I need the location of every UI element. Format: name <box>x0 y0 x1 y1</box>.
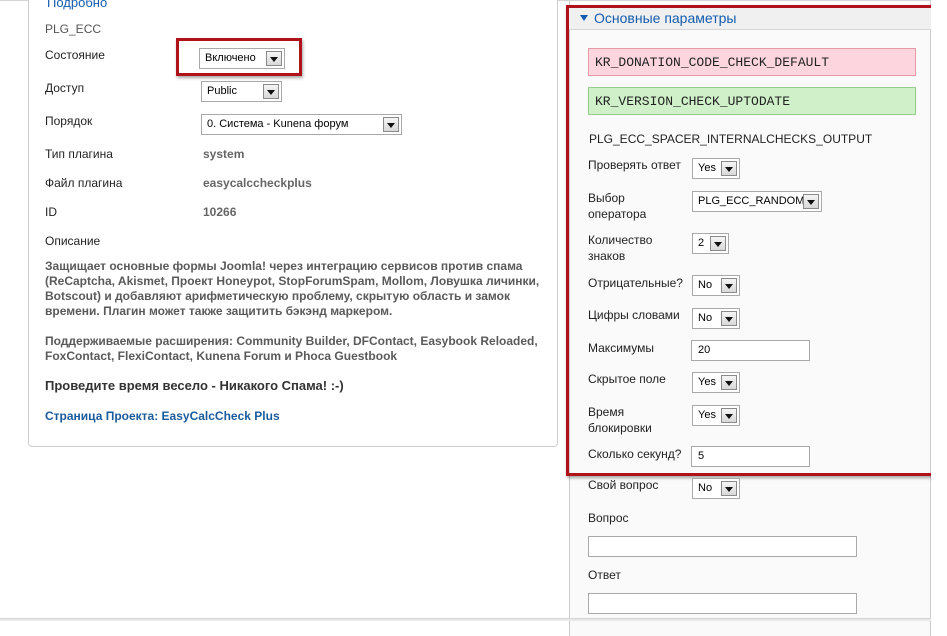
description-text: Защищает основные формы Joomla! через ин… <box>45 259 545 319</box>
own-question-select[interactable]: No <box>692 478 740 499</box>
access-select-value: Public <box>207 85 237 97</box>
state-select[interactable]: Включено <box>199 48 285 69</box>
description-line: Botscout) и добавляют арифметическую про… <box>45 289 510 303</box>
details-legend: Подробно <box>45 0 110 10</box>
own-question-value: No <box>698 482 713 494</box>
scrollbar-area <box>931 0 947 621</box>
params-highlight-box <box>566 5 935 476</box>
description-label: Описание <box>45 234 101 248</box>
dropdown-arrow-icon <box>266 51 282 66</box>
extensions-text: Поддерживаемые расширения: Community Bui… <box>45 334 545 364</box>
order-select-value: 0. Система - Kunena форум <box>207 118 349 130</box>
plugin-name: PLG_ECC <box>45 22 102 36</box>
id-value: 10266 <box>203 205 237 219</box>
id-label: ID <box>45 205 57 219</box>
question-label: Вопрос <box>588 511 629 525</box>
state-select-value: Включено <box>205 52 256 64</box>
own-question-label: Свой вопрос <box>588 478 659 492</box>
extensions-line: FoxContact, FlexiContact, Kunena Forum и… <box>45 349 398 363</box>
order-select[interactable]: 0. Система - Kunena форум <box>201 114 402 135</box>
dropdown-arrow-icon <box>721 481 737 496</box>
answer-label: Ответ <box>588 568 621 582</box>
extensions-line: Поддерживаемые расширения: Community Bui… <box>45 334 538 348</box>
slogan: Проведите время весело - Никакого Спама!… <box>45 378 344 393</box>
description-line: (ReCaptcha, Akismet, Проект Honeypot, St… <box>45 274 540 288</box>
project-page-link[interactable]: Страница Проекта: EasyCalcCheck Plus <box>45 409 280 423</box>
description-line: времени. Плагин может также защитить бэк… <box>45 304 393 318</box>
dropdown-arrow-icon <box>263 84 279 99</box>
answer-input[interactable] <box>588 593 857 614</box>
access-label: Доступ <box>45 81 85 95</box>
file-value: easycalccheckplus <box>203 176 312 190</box>
type-value: system <box>203 147 245 161</box>
state-label: Состояние <box>45 48 105 62</box>
order-label: Порядок <box>45 114 93 128</box>
file-label: Файл плагина <box>45 176 123 190</box>
dropdown-arrow-icon <box>383 117 399 132</box>
access-select[interactable]: Public <box>201 81 282 102</box>
description-line: Защищает основные формы Joomla! через ин… <box>45 259 523 273</box>
question-input[interactable] <box>588 536 857 557</box>
type-label: Тип плагина <box>45 147 113 161</box>
